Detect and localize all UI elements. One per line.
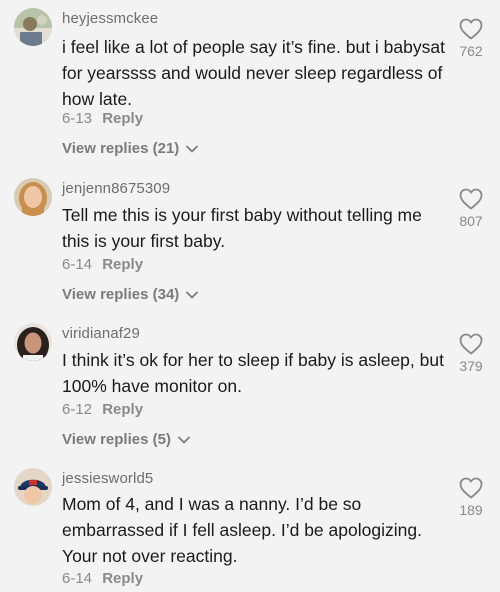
view-replies-label: View replies (5): [62, 431, 171, 448]
comment-username[interactable]: jessiesworld5: [62, 470, 153, 487]
view-replies-button[interactable]: View replies (34): [62, 286, 199, 303]
like-count: 807: [459, 213, 483, 229]
reply-button[interactable]: Reply: [102, 401, 143, 418]
user-avatar-icon[interactable]: [14, 8, 52, 46]
view-replies-label: View replies (21): [62, 140, 180, 157]
heart-icon: [459, 18, 483, 40]
chevron-down-icon: [186, 291, 199, 299]
heart-icon: [459, 333, 483, 355]
comment-text: i feel like a lot of people say it’s fin…: [62, 37, 445, 109]
like-button[interactable]: 762: [456, 18, 486, 59]
comment-text: Mom of 4, and I was a nanny. I’d be so e…: [62, 494, 422, 566]
like-button[interactable]: 807: [456, 188, 486, 229]
like-button[interactable]: 189: [456, 477, 486, 518]
comment-date: 6-14: [62, 256, 93, 273]
comment-meta: 6-12 Reply: [62, 401, 143, 418]
user-avatar-icon[interactable]: [14, 178, 52, 216]
chevron-down-icon: [178, 436, 191, 444]
comment-meta: 6-14 Reply: [62, 256, 143, 273]
comment-username[interactable]: jenjenn8675309: [62, 180, 170, 197]
like-count: 379: [459, 358, 483, 374]
comment-username[interactable]: heyjessmckee: [62, 10, 158, 27]
comment-date: 6-14: [62, 570, 93, 587]
reply-button[interactable]: Reply: [102, 256, 143, 273]
chevron-down-icon: [186, 145, 199, 153]
reply-button[interactable]: Reply: [102, 570, 143, 587]
comment-meta: 6-14 Reply: [62, 570, 143, 587]
comment-date: 6-12: [62, 401, 93, 418]
heart-icon: [459, 477, 483, 499]
comment-meta: 6-13 Reply: [62, 110, 143, 127]
view-replies-button[interactable]: View replies (5): [62, 431, 191, 448]
comment-date: 6-13: [62, 110, 93, 127]
view-replies-label: View replies (34): [62, 286, 180, 303]
user-avatar-icon[interactable]: [14, 323, 52, 361]
comment-text: Tell me this is your first baby without …: [62, 205, 422, 251]
user-avatar-icon[interactable]: [14, 468, 52, 506]
reply-button[interactable]: Reply: [102, 110, 143, 127]
heart-icon: [459, 188, 483, 210]
comment-username[interactable]: viridianaf29: [62, 325, 140, 342]
like-button[interactable]: 379: [456, 333, 486, 374]
like-count: 189: [459, 502, 483, 518]
comment-text: I think it’s ok for her to sleep if baby…: [62, 350, 444, 396]
view-replies-button[interactable]: View replies (21): [62, 140, 199, 157]
like-count: 762: [459, 43, 483, 59]
